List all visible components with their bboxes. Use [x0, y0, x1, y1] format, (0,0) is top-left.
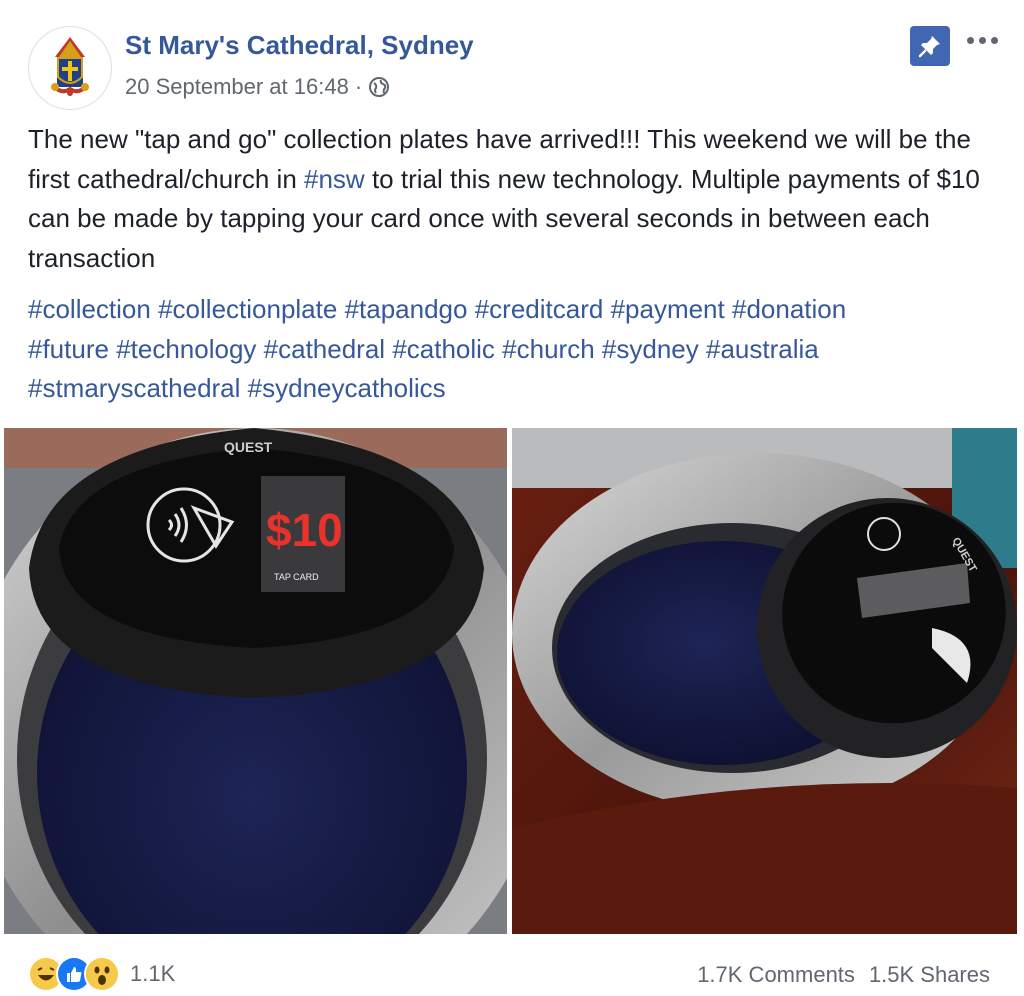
- hashtag-nsw[interactable]: #nsw: [304, 164, 365, 194]
- collection-plate-photo: QUEST $10 TAP CARD: [4, 428, 507, 934]
- post-meta: 20 September at 16:48 ·: [125, 74, 390, 100]
- comments-count[interactable]: 1.7K Comments: [697, 962, 855, 988]
- cathedral-crest-icon: [30, 28, 110, 108]
- more-dot: [978, 36, 986, 44]
- payment-amount: $10: [266, 504, 343, 556]
- hashtag[interactable]: #cathedral: [264, 334, 385, 364]
- page-avatar[interactable]: [28, 26, 112, 110]
- collection-plate-photo-angled: QUEST: [512, 428, 1017, 934]
- hashtag[interactable]: #tapandgo: [345, 294, 468, 324]
- shares-count[interactable]: 1.5K Shares: [869, 962, 990, 988]
- wow-icon: [84, 956, 120, 992]
- hashtag[interactable]: #creditcard: [475, 294, 604, 324]
- hashtag[interactable]: #collectionplate: [158, 294, 337, 324]
- reaction-count[interactable]: 1.1K: [130, 961, 175, 987]
- post-body-text: The new "tap and go" collection plates h…: [28, 120, 998, 278]
- post-footer: 1.1K 1.7K Comments 1.5K Shares: [0, 940, 1024, 996]
- engagement-counts: 1.7K Comments 1.5K Shares: [697, 962, 990, 988]
- screen-tap-card: TAP CARD: [274, 572, 319, 582]
- hashtag[interactable]: #stmaryscathedral: [28, 373, 240, 403]
- photo-left[interactable]: QUEST $10 TAP CARD: [4, 428, 507, 934]
- reaction-summary[interactable]: 1.1K: [28, 956, 175, 992]
- post-card: St Mary's Cathedral, Sydney 20 September…: [0, 0, 1024, 996]
- globe-icon[interactable]: [368, 76, 390, 98]
- pin-icon: [918, 36, 940, 58]
- more-dot: [990, 36, 998, 44]
- page-name-link[interactable]: St Mary's Cathedral, Sydney: [125, 30, 474, 61]
- hashtag[interactable]: #donation: [732, 294, 846, 324]
- hashtag[interactable]: #payment: [611, 294, 725, 324]
- post-timestamp[interactable]: 20 September at 16:48: [125, 74, 349, 100]
- hashtag[interactable]: #australia: [706, 334, 819, 364]
- hashtag[interactable]: #future: [28, 334, 109, 364]
- more-dot: [966, 36, 974, 44]
- more-options-icon[interactable]: [962, 28, 1002, 52]
- photo-right[interactable]: QUEST: [512, 428, 1017, 934]
- meta-separator: ·: [354, 74, 363, 99]
- hashtag[interactable]: #technology: [116, 334, 256, 364]
- hashtag[interactable]: #sydney: [602, 334, 699, 364]
- device-brand: QUEST: [224, 439, 273, 455]
- hashtag[interactable]: #collection: [28, 294, 151, 324]
- hashtag-list: #collection #collectionplate #tapandgo #…: [28, 290, 1003, 409]
- hashtag[interactable]: #catholic: [392, 334, 495, 364]
- pin-button[interactable]: [910, 26, 950, 66]
- hashtag[interactable]: #church: [502, 334, 595, 364]
- hashtag[interactable]: #sydneycatholics: [248, 373, 446, 403]
